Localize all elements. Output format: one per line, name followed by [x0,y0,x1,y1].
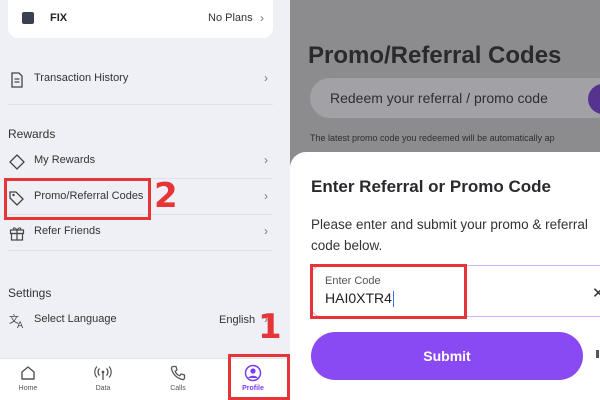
plan-icon [22,12,34,24]
diamond-icon [9,154,25,170]
nav-label: Data [95,385,111,392]
highlight-profile-tab [228,354,290,400]
promo-note: The latest promo code you redeemed will … [310,133,555,143]
profile-screen: FIX No Plans › Transaction History › Rew… [0,0,290,400]
step-number-1: 1 [258,307,282,347]
plan-status: No Plans [208,12,253,24]
chevron-right-icon: › [264,71,268,85]
gift-icon [9,227,25,241]
chevron-right-icon: › [260,11,264,25]
svg-text:A: A [17,321,24,330]
step-number-2: 2 [154,176,178,216]
home-icon [21,366,35,380]
nav-label: Calls [170,385,186,392]
nav-label: Home [18,385,38,392]
divider [8,250,273,251]
edge-mark [596,350,599,358]
translate-icon: 文 A [9,313,24,330]
sheet-description: Please enter and submit your promo & ref… [311,217,588,253]
menu-label: Transaction History [34,72,129,84]
menu-label: Select Language [34,313,117,325]
close-icon[interactable]: ✕ [592,284,600,302]
chevron-right-icon: › [264,224,268,238]
settings-heading: Settings [8,286,52,300]
divider [8,104,273,105]
menu-label: Refer Friends [34,225,101,237]
language-value: English [219,314,256,326]
menu-transaction-history[interactable]: Transaction History › [0,64,290,94]
chevron-right-icon: › [264,189,268,203]
redeem-code-input[interactable]: Redeem your referral / promo code [310,78,600,118]
page-title: Promo/Referral Codes [308,42,562,69]
highlight-code-field [310,264,467,319]
sheet-title: Enter Referral or Promo Code [311,177,551,196]
highlight-promo-codes [4,178,151,220]
receipt-icon [11,72,23,88]
nav-calls[interactable]: Calls [150,359,206,400]
chevron-right-icon: › [264,153,268,167]
nav-home[interactable]: Home [0,359,56,400]
submit-button[interactable]: Submit [311,332,583,380]
nav-data[interactable]: Data [75,359,131,400]
menu-refer-friends[interactable]: Refer Friends › [0,217,290,247]
antenna-icon [94,366,112,380]
menu-my-rewards[interactable]: My Rewards › [0,146,290,176]
plan-name: FIX [50,12,68,24]
promo-code-screen: Promo/Referral Codes Redeem your referra… [290,0,600,400]
rewards-heading: Rewards [8,127,56,141]
phone-icon [170,365,186,381]
menu-label: My Rewards [34,154,96,166]
redeem-placeholder: Redeem your referral / promo code [330,90,548,106]
plan-card[interactable]: FIX No Plans › [8,0,273,38]
